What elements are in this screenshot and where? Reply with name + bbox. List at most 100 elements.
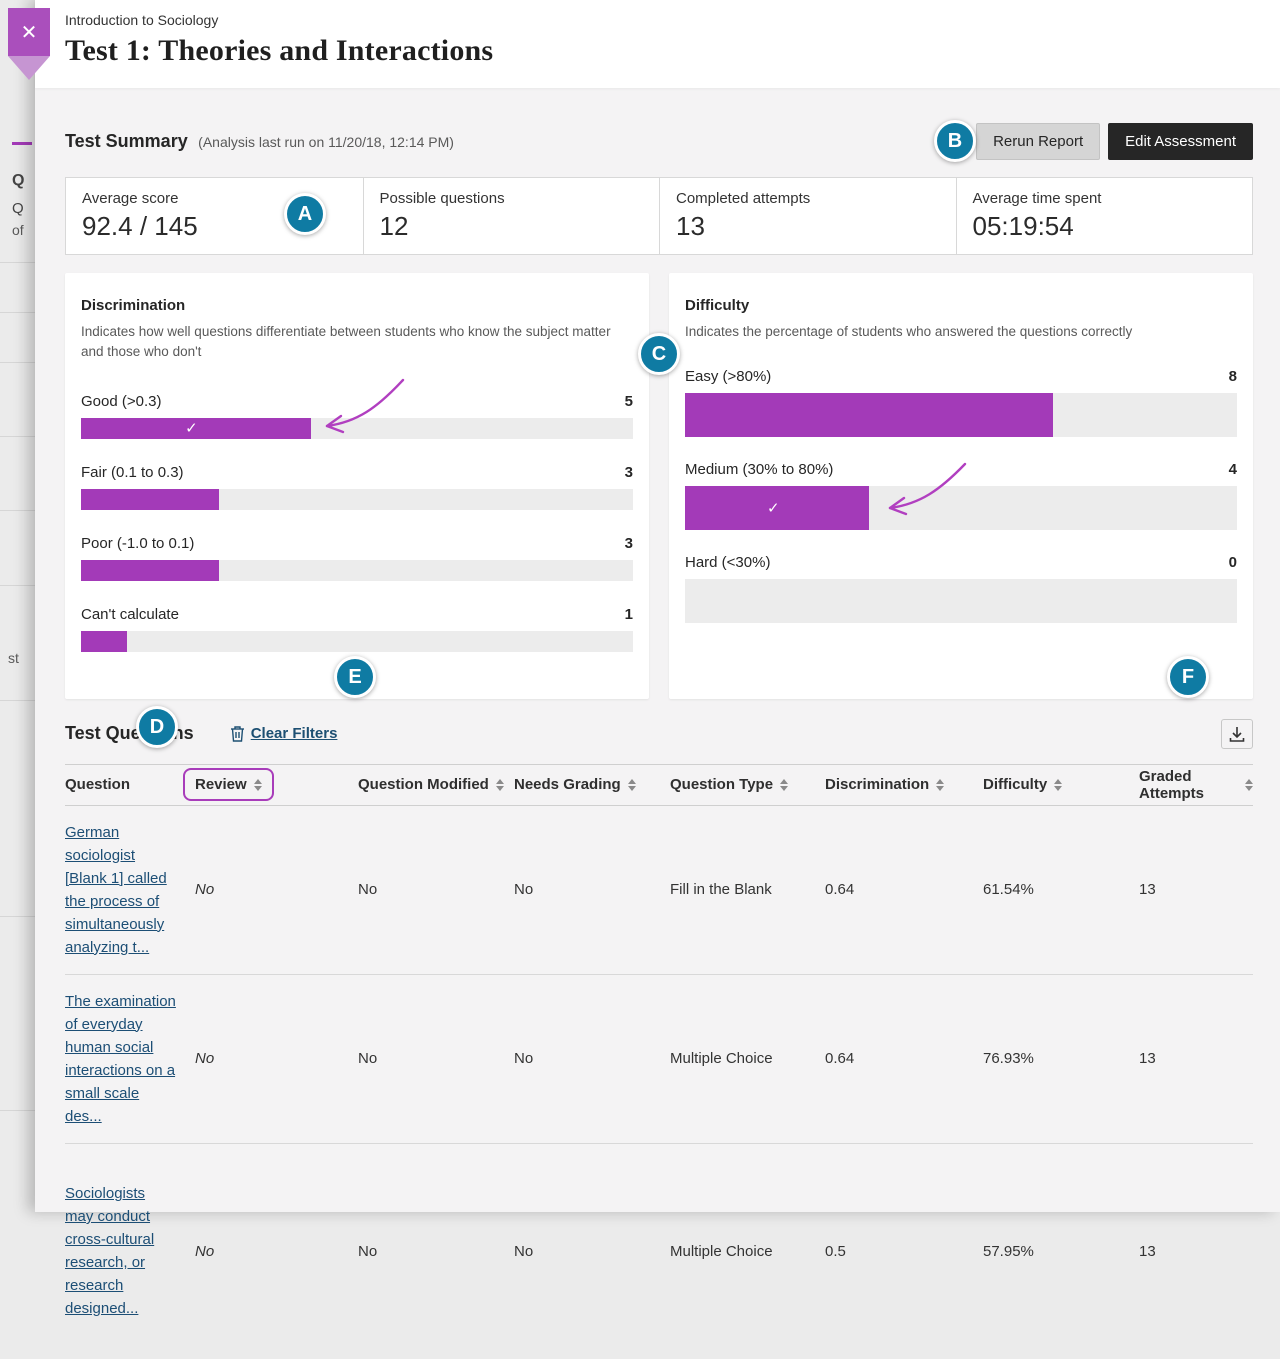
- bar-count: 5: [625, 393, 633, 410]
- question-type-cell: Fill in the Blank: [670, 881, 825, 898]
- background-text-fragment: of: [12, 222, 24, 238]
- sort-icon[interactable]: [496, 779, 504, 791]
- bar-cant-calculate: Can't calculate 1: [81, 606, 633, 652]
- annotation-d: D: [136, 706, 178, 748]
- analysis-last-run-note: (Analysis last run on 11/20/18, 12:14 PM…: [198, 134, 454, 150]
- panel-content: Test Summary (Analysis last run on 11/20…: [35, 123, 1280, 1359]
- discrimination-description: Indicates how well questions differentia…: [81, 322, 626, 363]
- download-button[interactable]: [1221, 719, 1253, 749]
- sort-icon[interactable]: [254, 779, 262, 791]
- column-header-needs-grading[interactable]: Needs Grading: [514, 776, 670, 793]
- review-cell: No: [195, 1050, 358, 1067]
- column-header-question[interactable]: Question: [65, 776, 195, 793]
- question-modified-cell: No: [358, 1243, 514, 1260]
- discrimination-bars: Good (>0.3) 5 ✓ Fair (0.1 to 0: [81, 393, 633, 652]
- bar-count: 0: [1229, 554, 1237, 571]
- question-link[interactable]: German sociologist [Blank 1] called the …: [65, 824, 167, 956]
- test-summary-header: Test Summary (Analysis last run on 11/20…: [65, 123, 1253, 160]
- difficulty-title: Difficulty: [685, 297, 1237, 314]
- close-button[interactable]: ✕: [8, 8, 50, 56]
- column-header-review[interactable]: Review: [195, 768, 358, 801]
- needs-grading-cell: No: [514, 881, 670, 898]
- review-cell: No: [195, 1243, 358, 1260]
- discrimination-cell: 0.64: [825, 881, 983, 898]
- stat-value: 12: [380, 211, 644, 242]
- needs-grading-cell: No: [514, 1050, 670, 1067]
- difficulty-panel: Difficulty Indicates the percentage of s…: [669, 273, 1253, 699]
- difficulty-cell: 61.54%: [983, 881, 1139, 898]
- test-summary-heading: Test Summary: [65, 131, 188, 151]
- bar-label: Good (>0.3): [81, 393, 161, 410]
- sort-icon[interactable]: [1054, 779, 1062, 791]
- bar-label: Hard (<30%): [685, 554, 770, 571]
- bar-good: Good (>0.3) 5 ✓: [81, 393, 633, 439]
- sort-icon[interactable]: [628, 779, 636, 791]
- stat-label: Completed attempts: [676, 190, 940, 207]
- bar-label: Fair (0.1 to 0.3): [81, 464, 184, 481]
- bar-fill: [81, 631, 127, 652]
- course-name: Introduction to Sociology: [65, 12, 1253, 28]
- background-page: Q Q of st: [0, 0, 35, 1212]
- bar-track: [685, 579, 1237, 623]
- sort-icon[interactable]: [936, 779, 944, 791]
- column-header-graded-attempts[interactable]: Graded Attempts: [1139, 768, 1253, 802]
- review-highlight-box: Review: [183, 768, 274, 801]
- bar-fill: ✓: [685, 486, 869, 530]
- bar-count: 4: [1229, 461, 1237, 478]
- bar-fill: [81, 560, 219, 581]
- bar-fill: ✓: [81, 418, 311, 439]
- annotation-c: C: [638, 333, 680, 375]
- check-icon: ✓: [185, 419, 198, 437]
- table-row: Sociologists may conduct cross-cultural …: [65, 1144, 1253, 1359]
- panel-header: Introduction to Sociology Test 1: Theori…: [35, 0, 1280, 88]
- summary-actions: Rerun Report Edit Assessment: [976, 123, 1253, 160]
- stat-value: 05:19:54: [973, 211, 1237, 242]
- question-modified-cell: No: [358, 881, 514, 898]
- discrimination-title: Discrimination: [81, 297, 633, 314]
- needs-grading-cell: No: [514, 1243, 670, 1260]
- background-row-divider: [0, 510, 35, 511]
- test-questions-header: Test Questions Clear Filters: [65, 714, 1253, 754]
- background-row-divider: [0, 362, 35, 363]
- sort-icon[interactable]: [780, 779, 788, 791]
- stat-average-time-spent: Average time spent 05:19:54: [956, 178, 1253, 254]
- sort-icon[interactable]: [1245, 779, 1253, 791]
- stat-possible-questions: Possible questions 12: [363, 178, 660, 254]
- background-accent: [12, 142, 32, 145]
- bar-count: 3: [625, 535, 633, 552]
- question-link[interactable]: The examination of everyday human social…: [65, 993, 176, 1125]
- edit-assessment-button[interactable]: Edit Assessment: [1108, 123, 1253, 160]
- column-header-question-type[interactable]: Question Type: [670, 776, 825, 793]
- bar-track: [685, 393, 1237, 437]
- background-row-divider: [0, 585, 35, 586]
- bar-label: Medium (30% to 80%): [685, 461, 833, 478]
- background-row-divider: [0, 700, 35, 701]
- question-link[interactable]: Sociologists may conduct cross-cultural …: [65, 1185, 154, 1317]
- bar-hard: Hard (<30%) 0: [685, 554, 1237, 623]
- rerun-report-button[interactable]: Rerun Report: [976, 123, 1100, 160]
- screen: Q Q of st Introduction to Sociology Test…: [0, 0, 1280, 1212]
- stat-value: 13: [676, 211, 940, 242]
- bar-medium: Medium (30% to 80%) 4 ✓: [685, 461, 1237, 530]
- clear-filters-link[interactable]: Clear Filters: [230, 725, 338, 742]
- stat-completed-attempts: Completed attempts 13: [659, 178, 956, 254]
- page-title: Test 1: Theories and Interactions: [65, 34, 1253, 68]
- table-row: The examination of everyday human social…: [65, 975, 1253, 1144]
- background-text-fragment: Q: [12, 200, 24, 217]
- trash-icon: [230, 725, 245, 742]
- column-header-difficulty[interactable]: Difficulty: [983, 776, 1139, 793]
- background-row-divider: [0, 262, 35, 263]
- clear-filters-label: Clear Filters: [251, 725, 338, 742]
- bar-track: [81, 631, 633, 652]
- discrimination-cell: 0.5: [825, 1243, 983, 1260]
- review-cell: No: [195, 881, 358, 898]
- bar-track: ✓: [685, 486, 1237, 530]
- graded-attempts-cell: 13: [1139, 1243, 1253, 1260]
- column-header-question-modified[interactable]: Question Modified: [358, 776, 514, 793]
- column-header-discrimination[interactable]: Discrimination: [825, 776, 983, 793]
- difficulty-description: Indicates the percentage of students who…: [685, 322, 1230, 342]
- background-text-fragment: Q: [12, 172, 24, 190]
- background-row-divider: [0, 312, 35, 313]
- stat-label: Possible questions: [380, 190, 644, 207]
- bar-poor: Poor (-1.0 to 0.1) 3: [81, 535, 633, 581]
